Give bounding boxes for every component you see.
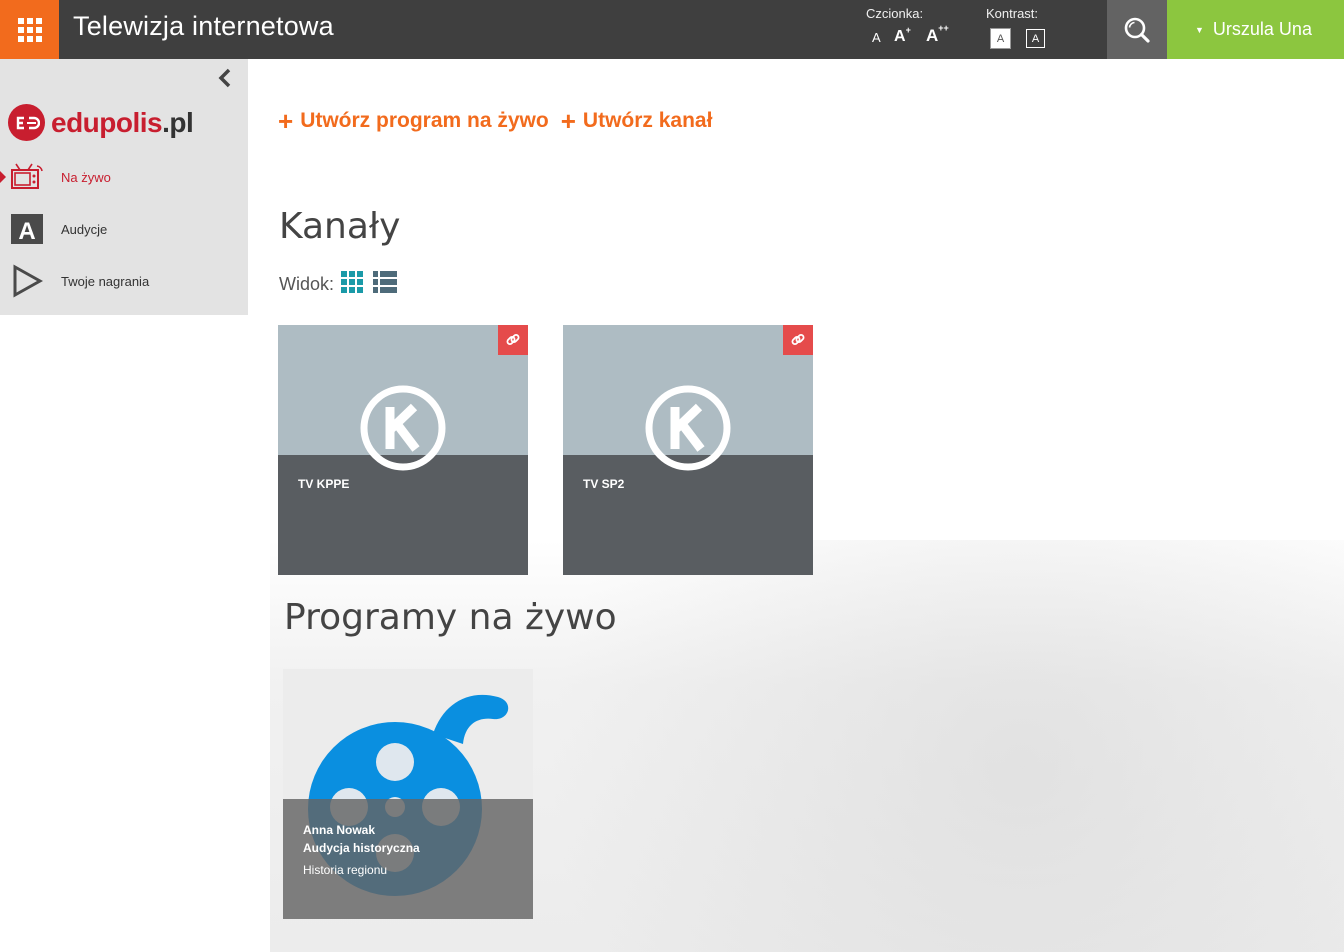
chevron-left-icon: [218, 68, 231, 88]
sidebar-item-label: Na żywo: [61, 169, 111, 185]
top-bar: Telewizja internetowa Czcionka: A A+ A++…: [0, 0, 1344, 59]
user-name: Urszula Una: [1212, 19, 1312, 39]
shared-link-button[interactable]: [783, 325, 813, 355]
caret-down-icon: ▼: [1195, 24, 1204, 35]
channel-card-footer: [563, 455, 813, 575]
channel-name: TV SP2: [583, 477, 625, 491]
action-links: + Utwórz program na żywo + Utwórz kanał: [278, 108, 712, 134]
app-title: Telewizja internetowa: [73, 11, 334, 41]
create-live-program-label: Utwórz program na żywo: [300, 109, 549, 132]
sidebar-item-label: Audycje: [61, 221, 108, 237]
sidebar-item-twoje-nagrania[interactable]: Twoje nagrania: [0, 258, 248, 304]
channel-card-footer: [278, 455, 528, 575]
plus-icon: +: [278, 106, 294, 136]
channel-name: TV KPPE: [298, 477, 350, 491]
tv-icon: [10, 160, 44, 194]
program-author: Anna Nowak: [303, 823, 376, 837]
create-channel-link[interactable]: + Utwórz kanał: [561, 108, 713, 134]
grid-view-button[interactable]: [341, 271, 364, 297]
view-label: Widok:: [279, 273, 335, 294]
channel-k-logo-icon: [360, 385, 446, 471]
view-switcher: Widok:: [279, 271, 407, 297]
sidebar-item-audycje[interactable]: A Audycje: [0, 206, 248, 252]
create-channel-label: Utwórz kanał: [582, 109, 713, 132]
sidebar-item-na-zywo[interactable]: Na żywo: [0, 154, 248, 200]
list-view-button[interactable]: [373, 271, 398, 297]
sidebar: edupolis.pl Na żywo A Audycje Twoje nagr…: [0, 59, 248, 315]
font-size-label: Czcionka:: [866, 6, 924, 21]
sidebar-item-label: Twoje nagrania: [61, 273, 150, 289]
create-live-program-link[interactable]: + Utwórz program na żywo: [278, 108, 549, 134]
active-marker: [0, 171, 6, 183]
link-icon: [506, 334, 520, 345]
grid-icon: [17, 17, 42, 42]
edupolis-logo[interactable]: edupolis.pl: [8, 104, 194, 141]
contrast-high-button[interactable]: A: [1026, 29, 1045, 48]
channel-card[interactable]: TV KPPE: [278, 325, 528, 575]
letter-a-icon: A: [10, 212, 44, 246]
plus-icon: +: [560, 106, 576, 136]
contrast-label: Kontrast:: [986, 6, 1039, 21]
shared-link-button[interactable]: [498, 325, 528, 355]
program-category: Historia regionu: [303, 863, 388, 877]
svg-text:A: A: [18, 218, 35, 245]
search-icon: [1124, 17, 1150, 43]
program-meta: Anna Nowak Audycja historyczna Historia …: [303, 821, 420, 879]
program-title: Audycja historyczna: [303, 841, 420, 855]
font-size-normal-button[interactable]: A: [872, 30, 881, 45]
font-size-xlarge-button[interactable]: A++: [926, 23, 949, 46]
search-button[interactable]: [1107, 0, 1167, 59]
live-programs-title: Programy na żywo: [284, 597, 617, 638]
link-icon: [791, 334, 805, 345]
contrast-normal-button[interactable]: A: [990, 28, 1011, 49]
font-size-group: Czcionka: A A+ A++: [866, 6, 949, 45]
contrast-group: Kontrast: A A: [986, 6, 1045, 49]
list-view-icon: [373, 271, 398, 293]
collapse-sidebar-button[interactable]: [216, 67, 234, 93]
logo-text: edupolis.pl: [51, 106, 194, 138]
logo-mark-icon: [8, 104, 45, 141]
grid-view-icon: [341, 271, 364, 293]
live-program-card[interactable]: Anna Nowak Audycja historyczna Historia …: [283, 669, 533, 919]
apps-menu-button[interactable]: [0, 0, 59, 59]
channel-card[interactable]: TV SP2: [563, 325, 813, 575]
channel-k-logo-icon: [645, 385, 731, 471]
play-icon: [10, 264, 44, 298]
user-menu-button[interactable]: ▼ Urszula Una: [1167, 0, 1344, 59]
channels-title: Kanały: [279, 206, 401, 247]
font-size-large-button[interactable]: A+: [894, 25, 911, 46]
